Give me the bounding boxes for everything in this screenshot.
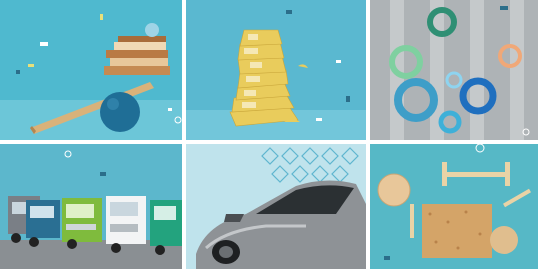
- trucks-image: [0, 144, 182, 269]
- tile-sports-car: [186, 144, 366, 269]
- image-collage: [0, 0, 538, 269]
- tile-wood-objects: [370, 144, 538, 269]
- sports-car-image: [186, 144, 366, 269]
- chip-bags-image: [186, 0, 366, 140]
- tile-chip-bags: [186, 0, 366, 140]
- tile-tape-rolls: [370, 0, 538, 140]
- tile-stacked-boxes: [0, 0, 182, 140]
- stacked-boxes-image: [0, 0, 182, 140]
- tile-trucks: [0, 144, 182, 269]
- tape-rolls-image: [370, 0, 538, 140]
- wood-objects-image: [370, 144, 538, 269]
